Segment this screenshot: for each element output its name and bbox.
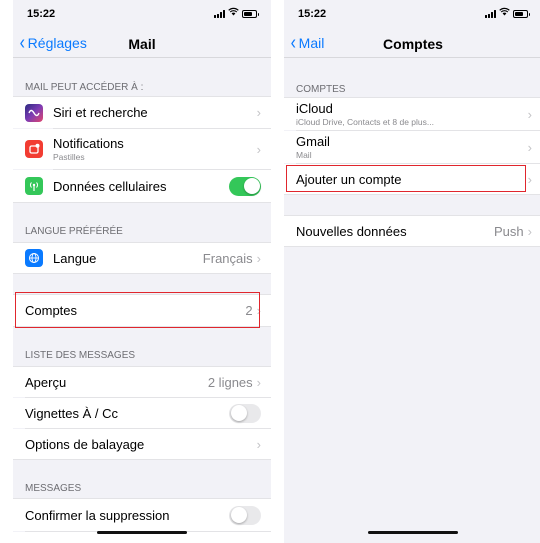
confirm-delete-row: Confirmer la suppression [13, 499, 271, 531]
chevron-right-icon: › [256, 105, 261, 120]
status-time: 15:22 [298, 8, 327, 20]
gmail-sub: Mail [296, 150, 312, 160]
antenna-icon [25, 177, 43, 195]
siri-label: Siri et recherche [53, 105, 148, 120]
accounts-screen: 15:22 ‹ Mail Comptes COMPTES iCloud iClo… [284, 0, 540, 543]
wifi-icon [228, 7, 239, 18]
status-bar: 15:22 [13, 0, 271, 28]
preview-label: Aperçu [25, 374, 67, 390]
notifications-row[interactable]: Notifications Pastilles › [13, 129, 271, 169]
battery-icon [513, 10, 530, 18]
status-time: 15:22 [27, 8, 56, 20]
chevron-right-icon: › [256, 303, 261, 318]
thumbnails-toggle[interactable] [229, 403, 261, 423]
accounts-label: Comptes [25, 303, 78, 318]
siri-icon [25, 103, 43, 122]
swipe-label: Options de balayage [25, 436, 145, 452]
preview-value: 2 lignes [207, 374, 253, 390]
navigation-bar: ‹ Réglages Mail [13, 30, 271, 58]
fetch-new-data-row[interactable]: Nouvelles données Push › [284, 216, 540, 246]
chevron-right-icon: › [256, 436, 261, 452]
status-bar: 15:22 [284, 0, 540, 28]
chevron-right-icon: › [527, 223, 532, 239]
section-header-list: LISTE DES MESSAGES [25, 350, 136, 361]
chevron-right-icon: › [256, 250, 261, 266]
cellular-label: Données cellulaires [53, 178, 167, 194]
cellular-data-row: Données cellulaires [13, 170, 271, 202]
add-account-label: Ajouter un compte [296, 171, 402, 187]
account-row-icloud[interactable]: iCloud iCloud Drive, Contacts et 8 de pl… [284, 98, 540, 130]
thumbnails-row: Vignettes À / Cc [13, 398, 271, 428]
preview-row[interactable]: Aperçu 2 lignes › [13, 367, 271, 397]
home-indicator[interactable] [368, 531, 458, 534]
page-title: Comptes [383, 36, 443, 52]
chevron-right-icon: › [256, 374, 261, 390]
page-title: Mail [128, 36, 156, 52]
siri-search-row[interactable]: Siri et recherche › [13, 97, 271, 128]
language-value: Français [202, 250, 253, 266]
confirm-delete-toggle[interactable] [229, 505, 261, 525]
navigation-bar: ‹ Mail Comptes [284, 30, 540, 58]
wifi-icon [499, 7, 510, 18]
section-header-messages: MESSAGES [25, 483, 82, 494]
gmail-label: Gmail [296, 134, 330, 149]
home-indicator[interactable] [97, 531, 187, 534]
section-header-accounts: COMPTES [296, 84, 346, 95]
section-header-language: LANGUE PRÉFÉRÉE [25, 226, 123, 237]
signal-icon [214, 10, 225, 18]
thumbnails-label: Vignettes À / Cc [25, 405, 118, 421]
notifications-label: Notifications [53, 136, 124, 151]
chevron-right-icon: › [527, 171, 532, 187]
accounts-count: 2 [245, 303, 253, 318]
icloud-label: iCloud [296, 101, 333, 116]
mail-settings-screen: 15:22 ‹ Réglages Mail MAIL PEUT ACCÉDER … [13, 0, 271, 543]
fetch-label: Nouvelles données [296, 223, 407, 239]
section-header-access: MAIL PEUT ACCÉDER À : [25, 82, 144, 93]
icloud-sub: iCloud Drive, Contacts et 8 de plus... [296, 117, 434, 127]
fetch-value: Push [494, 223, 524, 239]
language-row[interactable]: Langue Français › [13, 243, 271, 273]
battery-icon [242, 10, 259, 18]
swipe-options-row[interactable]: Options de balayage › [13, 429, 271, 459]
notifications-icon [25, 140, 43, 158]
notifications-sub: Pastilles [53, 152, 85, 162]
globe-icon [25, 249, 43, 267]
account-row-gmail[interactable]: Gmail Mail › [284, 131, 540, 163]
cellular-toggle[interactable] [229, 176, 261, 196]
add-account-button[interactable]: Ajouter un compte › [284, 164, 540, 194]
confirm-delete-label: Confirmer la suppression [25, 507, 170, 523]
signal-icon [485, 10, 496, 18]
chevron-right-icon: › [527, 106, 532, 122]
chevron-right-icon: › [527, 139, 532, 155]
language-label: Langue [53, 250, 97, 266]
accounts-row[interactable]: Comptes 2 › [13, 295, 271, 326]
chevron-right-icon: › [256, 141, 261, 157]
